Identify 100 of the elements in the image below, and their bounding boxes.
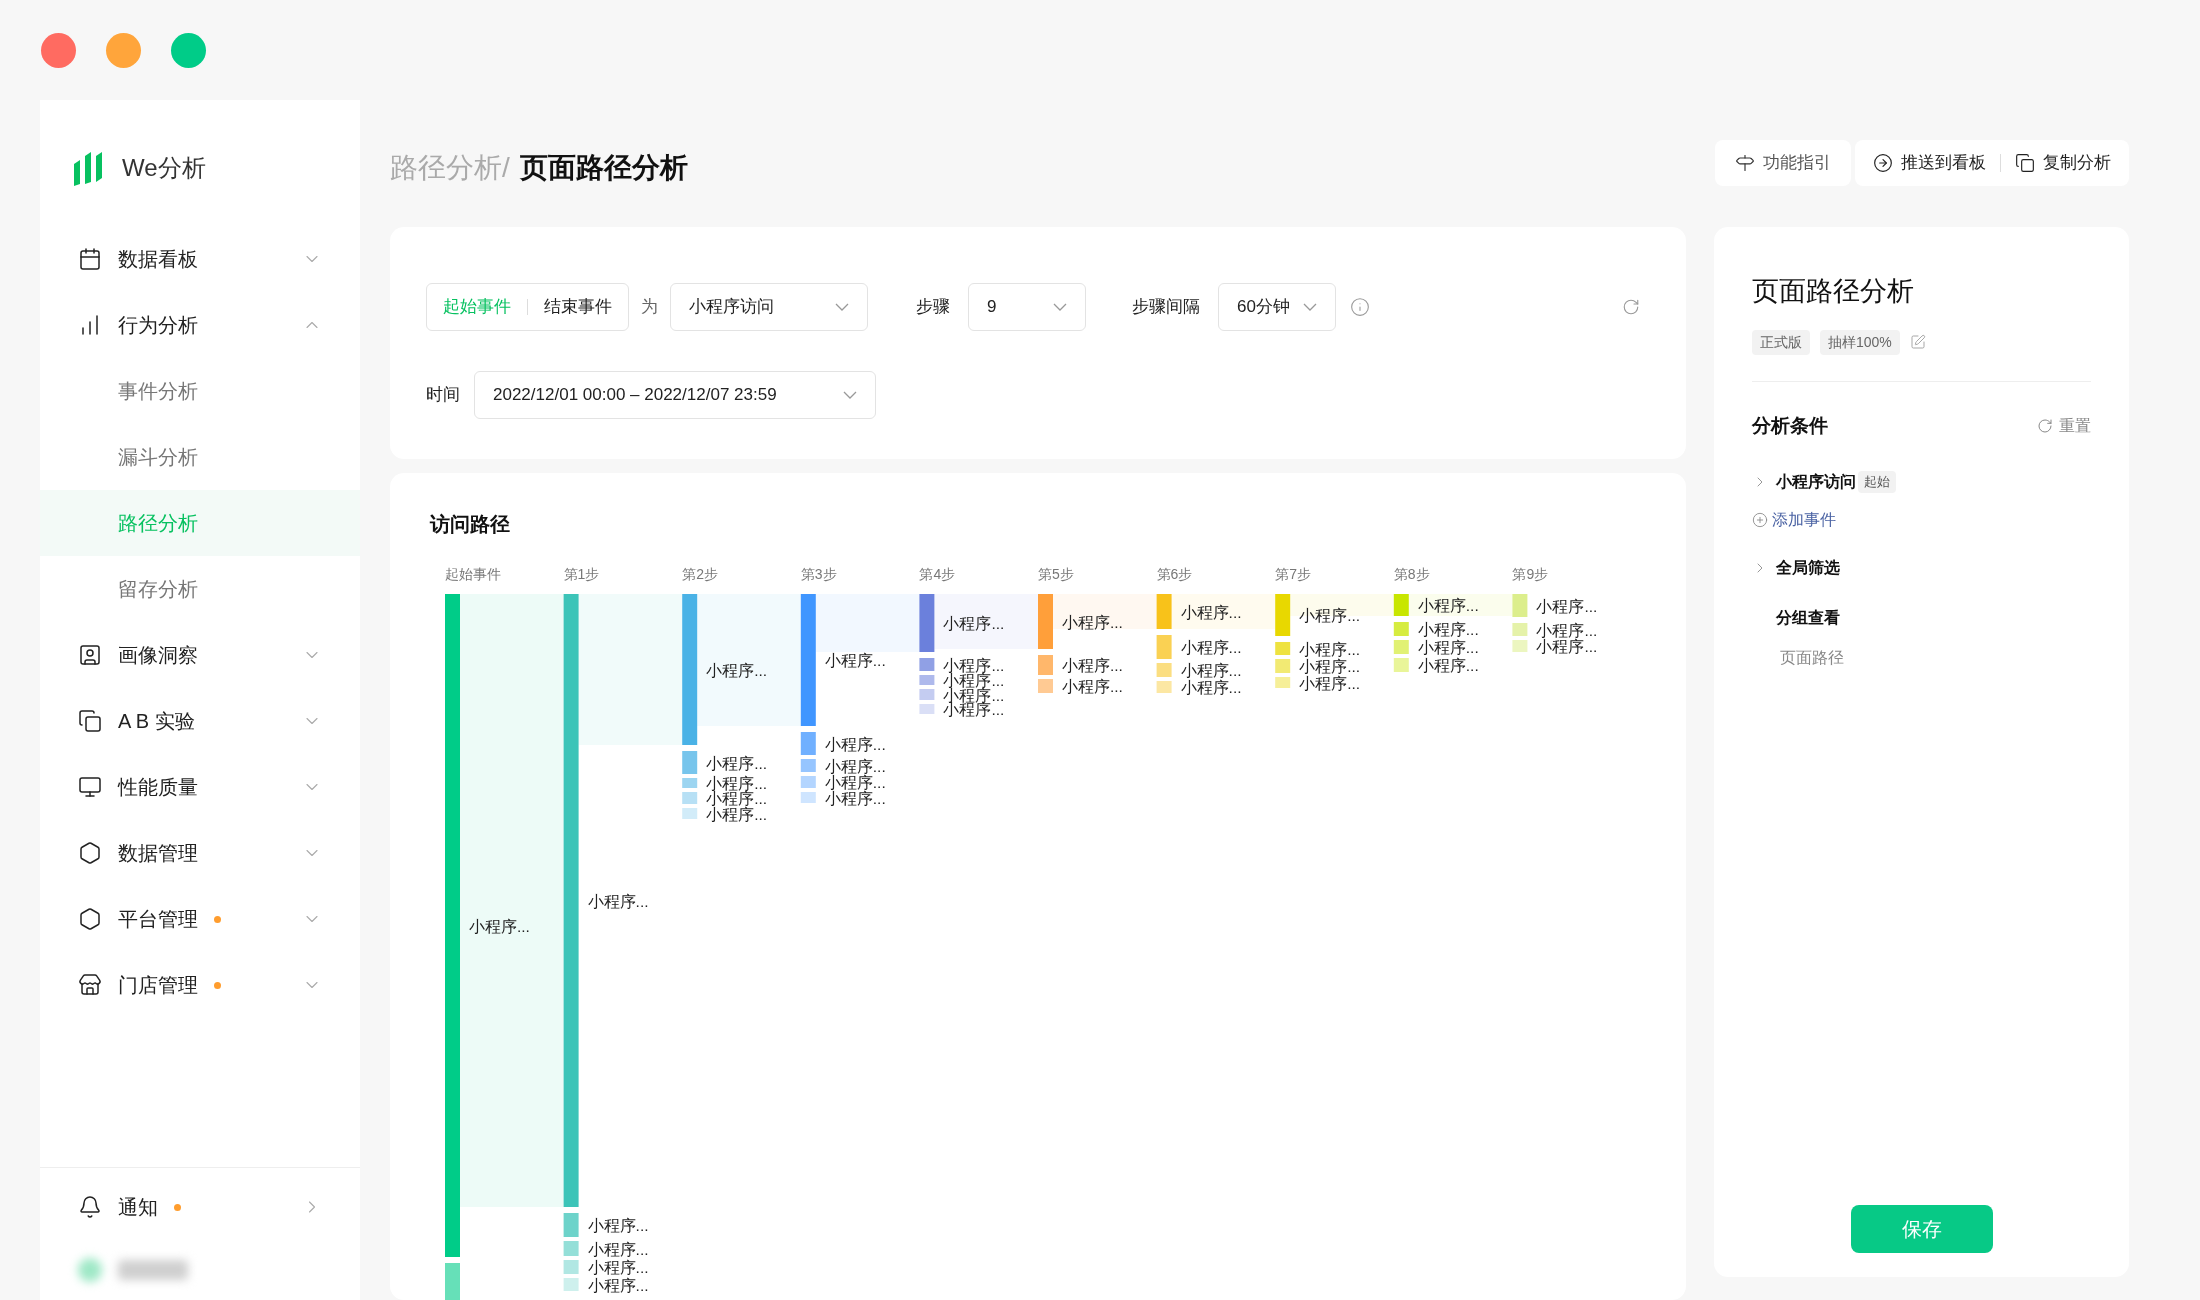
path-node[interactable] (919, 704, 935, 714)
chevron-icon (1303, 303, 1317, 311)
node-label: 小程序... (824, 735, 886, 753)
path-node[interactable] (1275, 659, 1291, 673)
node-label: 小程序... (824, 774, 886, 791)
path-node[interactable] (1275, 594, 1291, 636)
path-node[interactable] (1512, 623, 1528, 636)
nav-item[interactable]: 数据看板 (40, 226, 360, 292)
info-icon[interactable] (1350, 297, 1370, 317)
path-node[interactable] (1393, 622, 1409, 636)
nav-item[interactable]: 平台管理 (40, 886, 360, 952)
path-node[interactable] (800, 759, 816, 772)
node-label: 小程序... (587, 1276, 649, 1294)
node-label: 小程序... (1299, 674, 1361, 692)
node-label: 小程序... (824, 789, 886, 807)
nav-item[interactable]: 性能质量 (40, 754, 360, 820)
path-node[interactable] (682, 751, 698, 774)
path-node[interactable] (1512, 640, 1528, 652)
steps-select[interactable]: 9 (968, 283, 1086, 331)
node-label: 小程序... (1417, 621, 1479, 638)
path-node[interactable] (800, 792, 816, 803)
path-node[interactable] (1275, 677, 1291, 688)
path-node[interactable] (682, 594, 698, 745)
window-control[interactable] (171, 32, 206, 68)
path-node[interactable] (1156, 663, 1172, 677)
nav-item[interactable]: A B 实验 (40, 688, 360, 754)
reset-button[interactable]: 重置 (2037, 413, 2091, 438)
breadcrumb-current: 页面路径分析 (519, 150, 688, 185)
path-node[interactable] (682, 808, 698, 819)
path-node[interactable] (1156, 594, 1172, 629)
copy-analysis-button[interactable]: 复制分析 (2015, 150, 2111, 176)
path-node[interactable] (1275, 642, 1291, 655)
path-node[interactable] (1393, 640, 1409, 654)
nav-item[interactable]: 行为分析 (40, 292, 360, 358)
node-label: 小程序... (1180, 639, 1242, 656)
path-node[interactable] (1038, 594, 1053, 649)
path-node[interactable] (563, 1278, 579, 1291)
overlapping-squares-icon (78, 709, 102, 733)
node-label: 小程序... (706, 661, 768, 679)
guide-button[interactable]: 功能指引 (1715, 140, 1851, 186)
window-control[interactable] (41, 32, 76, 68)
path-node[interactable] (919, 689, 935, 700)
node-label: 小程序... (587, 1217, 649, 1234)
nav-item[interactable]: 数据管理 (40, 820, 360, 886)
hexagon-icon (78, 841, 102, 865)
node-label: 小程序... (469, 917, 530, 935)
path-node[interactable] (563, 1260, 579, 1274)
calendar-icon (78, 247, 102, 271)
step-header: 第6步 (1156, 566, 1193, 582)
path-node[interactable] (800, 776, 816, 788)
path-node[interactable] (563, 594, 579, 1207)
path-node[interactable] (682, 778, 698, 788)
node-label: 小程序... (943, 656, 1005, 674)
path-node[interactable] (563, 1241, 579, 1256)
add-event-link[interactable]: 添加事件 (1752, 508, 1836, 532)
step-header: 第9步 (1512, 566, 1549, 582)
path-node[interactable] (563, 1213, 579, 1237)
node-label: 小程序... (1062, 613, 1123, 631)
node-label: 小程序... (587, 1240, 649, 1258)
path-node[interactable] (1156, 635, 1172, 659)
node-label: 小程序... (1062, 678, 1123, 695)
nav-subitem[interactable]: 事件分析 (40, 358, 360, 424)
refresh-icon[interactable] (1622, 298, 1640, 316)
logo-text: We分析 (122, 153, 206, 183)
path-node[interactable] (800, 732, 816, 755)
path-node[interactable] (919, 658, 935, 671)
nav-subitem[interactable]: 留存分析 (40, 556, 360, 622)
connector-label: 为 (641, 296, 658, 319)
edit-icon[interactable] (1909, 334, 1926, 350)
path-node[interactable] (800, 594, 816, 726)
path-node[interactable] (1393, 658, 1409, 672)
path-node[interactable] (1156, 681, 1172, 693)
path-node[interactable] (1512, 594, 1528, 617)
path-node[interactable] (919, 594, 935, 652)
event-toggle-tab[interactable]: 结束事件 (544, 294, 612, 320)
step-header: 起始事件 (445, 566, 501, 582)
nav-label: 平台管理 (118, 907, 198, 932)
time-range-select[interactable]: 2022/12/01 00:00 – 2022/12/07 23:59 (474, 371, 876, 419)
path-node[interactable] (445, 594, 460, 1257)
step-header: 第8步 (1393, 566, 1430, 582)
node-label: 小程序... (706, 805, 768, 823)
path-node[interactable] (682, 792, 698, 804)
path-node[interactable] (445, 1263, 460, 1300)
node-label: 小程序... (824, 652, 886, 669)
interval-select[interactable]: 60分钟 (1218, 283, 1336, 331)
nav-item[interactable]: 门店管理 (40, 952, 360, 1018)
path-node[interactable] (1038, 679, 1053, 693)
nav-item[interactable]: 画像洞察 (40, 622, 360, 688)
nav-subitem[interactable]: 漏斗分析 (40, 424, 360, 490)
group-value: 页面路径 (1780, 648, 1845, 668)
path-node[interactable] (919, 675, 935, 685)
push-to-board-button[interactable]: 推送到看板 (1873, 150, 1986, 176)
window-control[interactable] (106, 32, 141, 68)
path-node[interactable] (1393, 594, 1409, 616)
node-label: 小程序... (1180, 662, 1242, 679)
path-node[interactable] (1038, 655, 1053, 675)
nav-label: 性能质量 (118, 775, 198, 800)
node-label: 小程序... (824, 757, 886, 775)
event-select[interactable]: 小程序访问 (670, 283, 868, 331)
nav-item[interactable]: 通知 (40, 1174, 360, 1240)
